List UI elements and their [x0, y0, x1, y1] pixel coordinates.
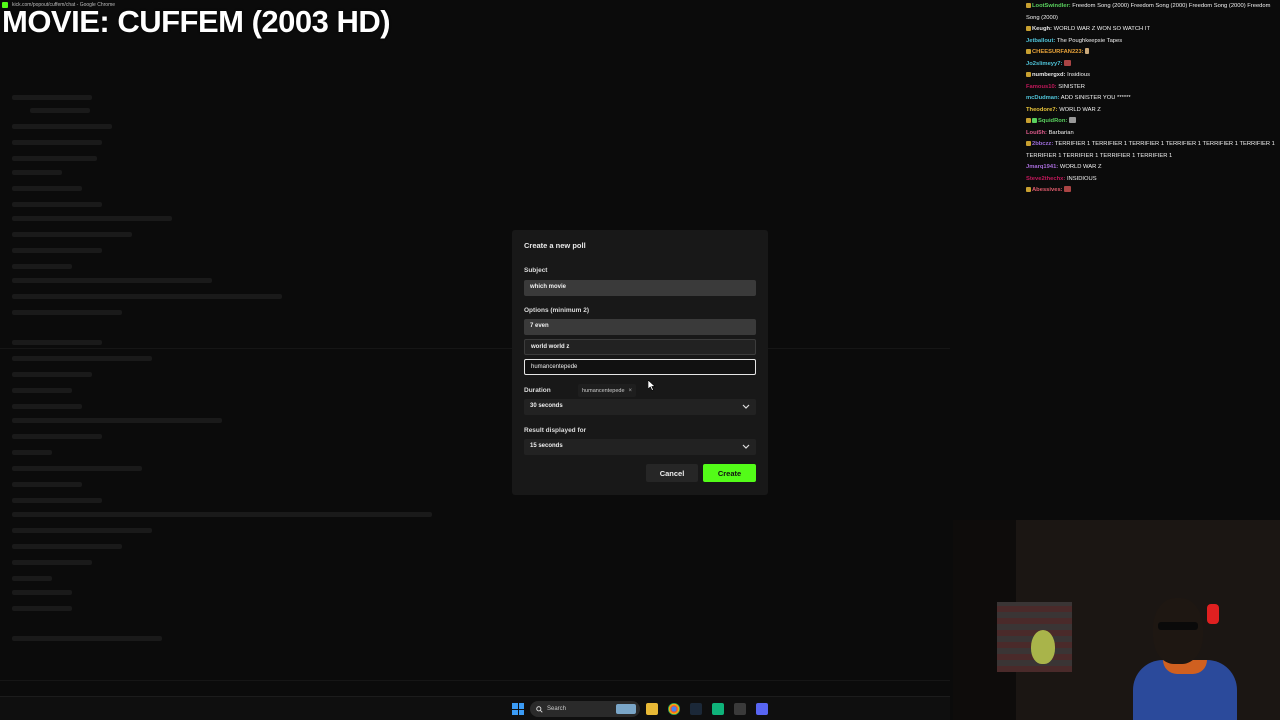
windows-start-icon[interactable] [512, 703, 524, 715]
chevron-down-icon [742, 444, 750, 449]
app-icon[interactable] [734, 703, 746, 715]
close-icon[interactable]: × [629, 388, 633, 394]
taskbar-search[interactable]: Search [530, 701, 640, 717]
alien-mask-prop [1031, 630, 1055, 664]
emote-icon [1085, 48, 1090, 55]
duration-select[interactable]: 30 seconds [524, 399, 756, 415]
webcam-feed [953, 520, 1280, 720]
chat-text: WORLD WAR Z WON SO WATCH IT [1053, 26, 1150, 32]
chat-message: Jetballout: The Poughkeepsie Tapes [1024, 36, 1280, 48]
chat-text: SINISTER [1058, 83, 1085, 90]
subject-label: Subject [524, 267, 548, 274]
options-label: Options (minimum 2) [524, 307, 589, 314]
steam-icon[interactable] [690, 703, 702, 715]
result-label: Result displayed for [524, 427, 587, 434]
chat-message: Loui5h: Barbarian [1024, 128, 1280, 140]
dialog-title: Create a new poll [524, 241, 586, 250]
badge-icon [1026, 25, 1031, 31]
chat-text: WORLD WAR Z [1059, 106, 1101, 113]
badge-icon [1026, 71, 1031, 77]
duration-label: Duration [524, 387, 551, 394]
chat-text: ADD SINISTER YOU ****** [1060, 95, 1131, 101]
emote-icon [1064, 186, 1072, 193]
chat-username[interactable]: Steve2thechx: [1026, 176, 1065, 182]
windows-taskbar: Search [0, 696, 950, 720]
chat-message: numbergxd: Insidious [1024, 70, 1280, 82]
file-explorer-icon[interactable] [646, 703, 658, 715]
chat-message: Theodore7: WORLD WAR Z [1024, 105, 1280, 117]
headset-icon [1207, 604, 1219, 624]
duration-value: 30 seconds [530, 403, 563, 409]
result-duration-select[interactable]: 15 seconds [524, 439, 756, 455]
search-icon [536, 705, 543, 713]
badge-icon [1026, 2, 1031, 8]
chat-message: CHEESURFAN223: [1024, 47, 1280, 59]
chat-username[interactable]: LootSwindler: [1032, 3, 1071, 9]
chat-message: SquidRon: [1024, 116, 1280, 128]
chat-message: LootSwindler: Freedom Song (2000) Freedo… [1024, 1, 1280, 24]
chat-text: WORLD WAR Z [1059, 164, 1102, 170]
autocomplete-suggestion[interactable]: humancentepede × [578, 384, 637, 397]
chat-username[interactable]: Famous10: [1026, 84, 1057, 90]
badge-icon [1032, 117, 1037, 123]
option-input-1[interactable]: 7 even [524, 319, 756, 335]
chat-username[interactable]: Jmarq1941: [1026, 164, 1058, 170]
option-input-3[interactable]: humancentepede [524, 359, 756, 375]
subject-input[interactable]: which movie [524, 280, 756, 296]
background-chat [0, 40, 950, 695]
chat-username[interactable]: Abessives: [1032, 187, 1063, 193]
chat-message: Steve2thechx: INSIDIOUS [1024, 174, 1280, 186]
chat-message: Abessives: [1024, 185, 1280, 197]
chat-username[interactable]: SquidRon: [1038, 118, 1067, 124]
chat-message: Famous10: SINISTER [1024, 82, 1280, 94]
emote-icon [1064, 59, 1072, 66]
movie-title-overlay: MOVIE: CUFFEM (2003 HD) [2, 4, 391, 39]
chat-username[interactable]: Theodore7: [1026, 107, 1058, 113]
chat-text: Barbarian [1048, 129, 1074, 136]
create-button[interactable]: Create [703, 464, 756, 482]
result-duration-value: 15 seconds [530, 443, 563, 449]
cancel-button[interactable]: Cancel [646, 464, 698, 482]
chat-message: Keugh: WORLD WAR Z WON SO WATCH IT [1024, 24, 1280, 36]
badge-icon [1026, 140, 1031, 146]
chat-username[interactable]: numbergxd: [1032, 72, 1066, 78]
mouse-cursor-icon [648, 380, 656, 391]
discord-icon[interactable] [756, 703, 768, 715]
chat-message: Jo2slimeyy7: [1024, 59, 1280, 71]
chat-username[interactable]: Jo2slimeyy7: [1026, 61, 1062, 67]
chat-username[interactable]: Loui5h: [1026, 130, 1047, 136]
chat-username[interactable]: CHEESURFAN223: [1032, 49, 1084, 55]
chat-message: 2bbczz: TERRIFIER 1 TERRIFIER 1 TERRIFIE… [1024, 139, 1280, 162]
chrome-icon[interactable] [668, 703, 680, 715]
create-poll-dialog: Create a new poll Subject which movie Op… [512, 230, 768, 495]
chat-username[interactable]: Keugh: [1032, 26, 1052, 32]
chat-overlay: LootSwindler: Freedom Song (2000) Freedo… [1024, 1, 1280, 197]
chevron-down-icon [742, 404, 750, 409]
chat-text: TERRIFIER 1 TERRIFIER 1 TERRIFIER 1 TERR… [1026, 141, 1275, 159]
search-label: Search [547, 706, 567, 712]
chat-username[interactable]: Jetballout: [1026, 38, 1055, 44]
chat-text: INSIDIOUS [1066, 175, 1097, 182]
badge-icon [1026, 117, 1031, 123]
chat-username[interactable]: mcDudman: [1026, 95, 1060, 101]
chat-username[interactable]: 2bbczz: [1032, 141, 1053, 147]
badge-icon [1026, 48, 1031, 54]
chat-message: mcDudman: ADD SINISTER YOU ****** [1024, 93, 1280, 105]
suggestion-text: humancentepede [582, 387, 625, 394]
streamer [1125, 590, 1245, 720]
chat-text: Insidious [1067, 72, 1091, 78]
emote-icon [1068, 117, 1076, 124]
badge-icon [1026, 186, 1031, 192]
chat-message: Jmarq1941: WORLD WAR Z [1024, 162, 1280, 174]
option-input-2[interactable]: world world z [524, 339, 756, 355]
chat-text: The Poughkeepsie Tapes [1056, 37, 1123, 44]
app-icon[interactable] [712, 703, 724, 715]
